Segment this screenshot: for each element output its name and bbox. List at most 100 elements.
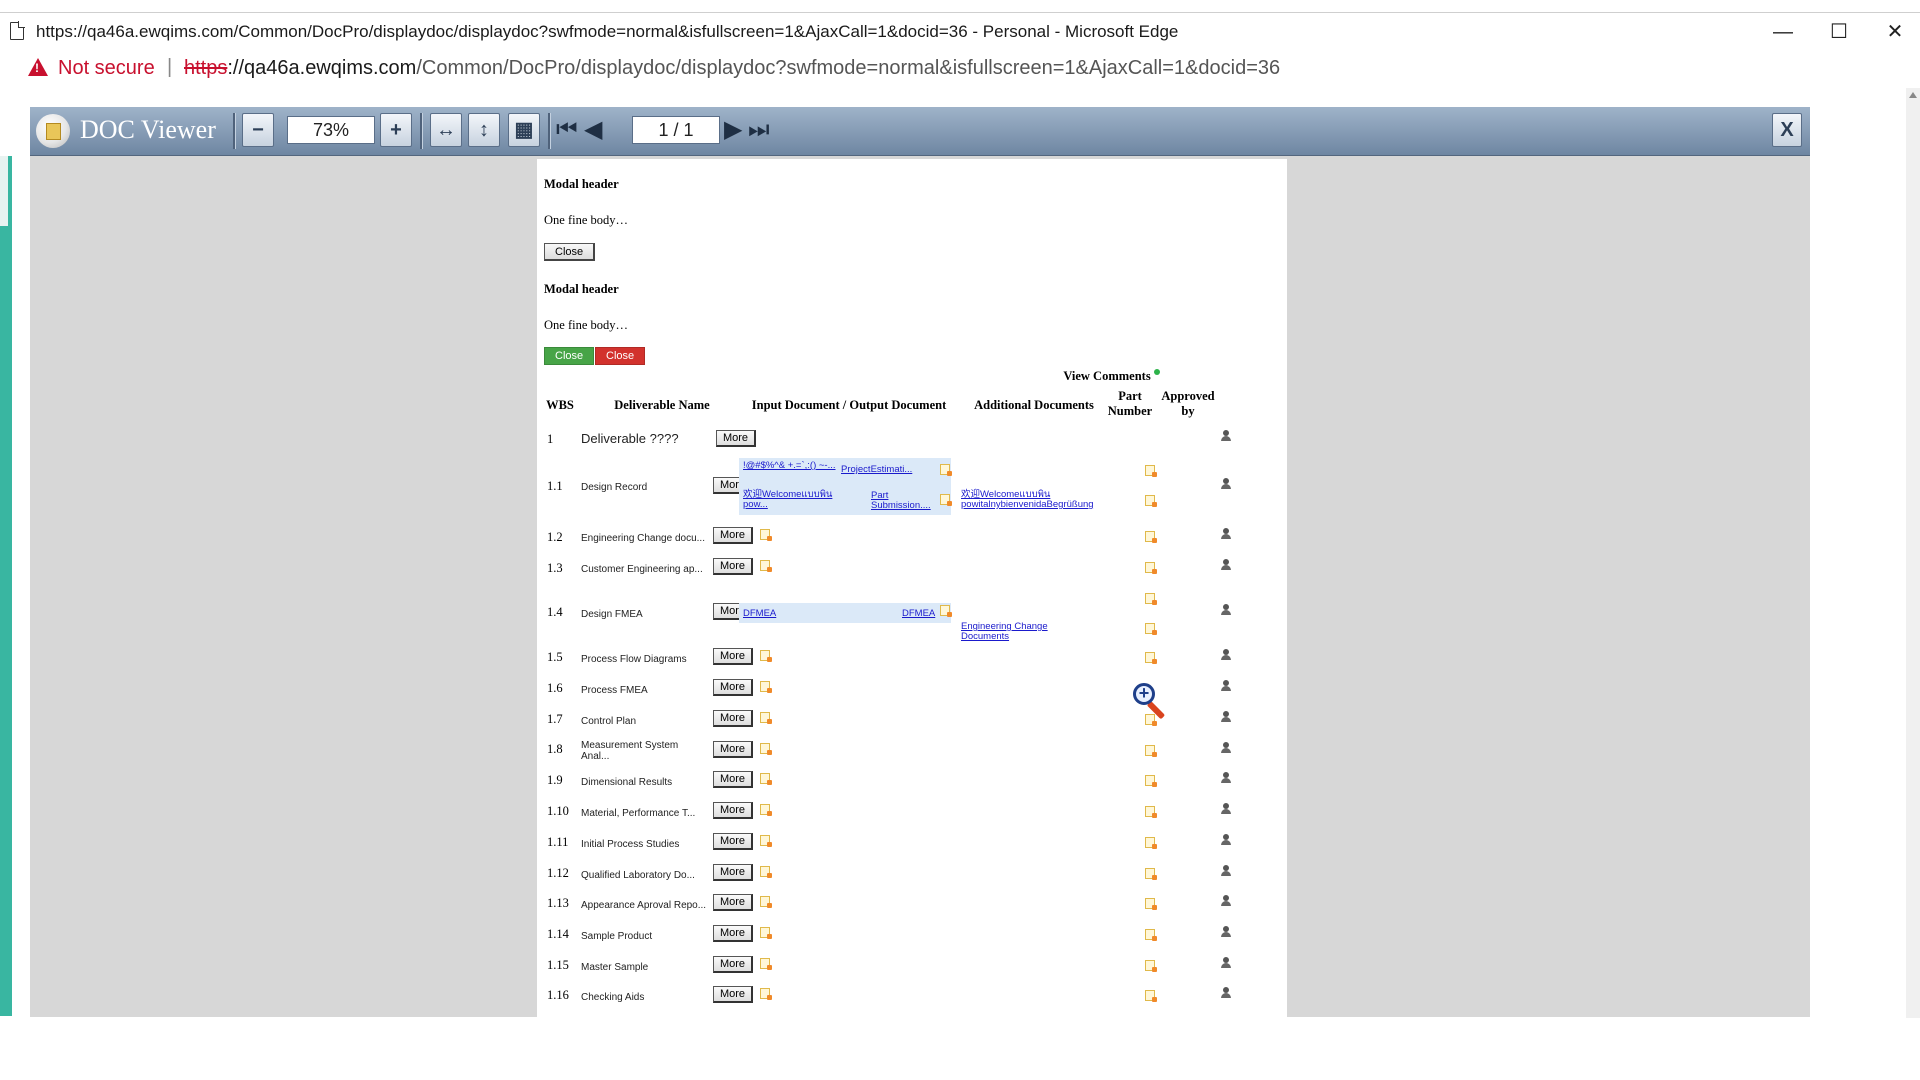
edit-document-icon[interactable]	[940, 494, 952, 506]
edit-document-icon[interactable]	[760, 712, 772, 724]
page-number-input[interactable]: 1 / 1	[632, 116, 720, 144]
output-document-link[interactable]: Part Submission....	[871, 491, 935, 511]
modal-close-green-button[interactable]: Close	[544, 347, 595, 365]
doc-viewer: DOC Viewer − 73% + ↔ ↕ ▦ ⏮ ◀ 1 / 1 ▶ ⏭ X…	[30, 107, 1810, 1017]
more-button[interactable]: More	[713, 710, 753, 727]
approver-icon[interactable]	[1220, 742, 1232, 754]
warning-icon[interactable]	[28, 58, 48, 76]
approver-icon[interactable]	[1220, 528, 1232, 540]
edit-document-icon[interactable]	[1145, 593, 1157, 605]
approver-icon[interactable]	[1220, 604, 1232, 616]
edit-document-icon[interactable]	[760, 681, 772, 693]
edit-document-icon[interactable]	[760, 896, 772, 908]
more-button[interactable]: More	[713, 527, 753, 544]
edit-document-icon[interactable]	[1145, 745, 1157, 757]
edit-document-icon[interactable]	[760, 958, 772, 970]
thumbnail-grid-icon[interactable]: ▦	[508, 113, 540, 147]
edit-document-icon[interactable]	[1145, 837, 1157, 849]
more-button[interactable]: More	[713, 741, 753, 758]
edit-document-icon[interactable]	[760, 988, 772, 1000]
page-scrollbar[interactable]	[1906, 88, 1920, 1018]
zoom-in-icon[interactable]: +	[380, 113, 412, 147]
minimize-button[interactable]: —	[1760, 13, 1806, 51]
first-page-icon[interactable]: ⏮	[556, 116, 578, 144]
approver-icon[interactable]	[1220, 478, 1232, 490]
edit-document-icon[interactable]	[1145, 652, 1157, 664]
edit-document-icon[interactable]	[760, 835, 772, 847]
fit-height-icon[interactable]: ↕	[468, 113, 500, 147]
close-window-button[interactable]: ✕	[1872, 13, 1918, 51]
edit-document-icon[interactable]	[1145, 868, 1157, 880]
modal-close-button[interactable]: Close	[544, 243, 596, 261]
input-document-link[interactable]: 欢迎Welcomeแบบพิน pow...	[743, 490, 837, 510]
more-button[interactable]: More	[713, 802, 753, 819]
edit-document-icon[interactable]	[760, 866, 772, 878]
more-button[interactable]: More	[713, 864, 753, 881]
input-document-link[interactable]: DFMEA	[743, 609, 776, 619]
more-button[interactable]: More	[713, 894, 753, 911]
url-text[interactable]: https://qa46a.ewqims.com/Common/DocPro/d…	[184, 57, 1280, 80]
maximize-button[interactable]: ☐	[1816, 13, 1862, 51]
zoom-level-input[interactable]: 73%	[287, 116, 375, 144]
approver-icon[interactable]	[1220, 865, 1232, 877]
last-page-icon[interactable]: ⏭	[748, 116, 770, 144]
edit-document-icon[interactable]	[760, 650, 772, 662]
approver-icon[interactable]	[1220, 649, 1232, 661]
output-document-link[interactable]: ProjectEstimati...	[841, 465, 935, 475]
edit-document-icon[interactable]	[1145, 898, 1157, 910]
more-button[interactable]: More	[713, 925, 753, 942]
previous-page-icon[interactable]: ◀	[584, 116, 602, 144]
input-document-link[interactable]: !@#$%^& +.=`,:() ~-...	[743, 461, 837, 471]
more-button[interactable]: More	[713, 558, 753, 575]
approver-icon[interactable]	[1220, 834, 1232, 846]
close-viewer-button[interactable]: X	[1772, 113, 1802, 147]
more-button[interactable]: More	[713, 679, 753, 696]
edit-document-icon[interactable]	[1145, 531, 1157, 543]
next-page-icon[interactable]: ▶	[724, 116, 742, 144]
edit-document-icon[interactable]	[1145, 775, 1157, 787]
edit-document-icon[interactable]	[760, 927, 772, 939]
more-button[interactable]: More	[713, 771, 753, 788]
edit-document-icon[interactable]	[1145, 990, 1157, 1002]
edit-document-icon[interactable]	[1145, 623, 1157, 635]
approver-icon[interactable]	[1220, 926, 1232, 938]
edit-document-icon[interactable]	[760, 560, 772, 572]
scroll-up-arrow-icon[interactable]	[1909, 92, 1917, 98]
modal-close-red-button[interactable]: Close	[595, 347, 646, 365]
approver-icon[interactable]	[1220, 680, 1232, 692]
not-secure-label[interactable]: Not secure	[58, 57, 155, 80]
edit-document-icon[interactable]	[1145, 960, 1157, 972]
approver-icon[interactable]	[1220, 895, 1232, 907]
additional-document-link[interactable]: 欢迎Welcomeแบบพิน powitalnybienvenidaBegrü…	[961, 490, 1101, 510]
edit-document-icon[interactable]	[1145, 929, 1157, 941]
more-button[interactable]: More	[713, 986, 753, 1003]
edit-document-icon[interactable]	[940, 605, 952, 617]
additional-document-link[interactable]: Engineering Change Documents	[961, 622, 1071, 642]
more-button[interactable]: More	[713, 648, 753, 665]
edit-document-icon[interactable]	[940, 464, 952, 476]
approver-icon[interactable]	[1220, 772, 1232, 784]
wbs-cell: 1.11	[547, 835, 569, 849]
output-document-link[interactable]: DFMEA	[902, 609, 935, 619]
zoom-out-icon[interactable]: −	[242, 113, 274, 147]
more-button[interactable]: More	[716, 430, 756, 447]
edit-document-icon[interactable]	[1145, 495, 1157, 507]
fit-width-icon[interactable]: ↔	[430, 113, 462, 147]
edit-document-icon[interactable]	[1145, 465, 1157, 477]
address-bar[interactable]: Not secure | https://qa46a.ewqims.com/Co…	[12, 51, 1920, 87]
approver-icon[interactable]	[1220, 957, 1232, 969]
edit-document-icon[interactable]	[1145, 562, 1157, 574]
more-button[interactable]: More	[713, 956, 753, 973]
approver-icon[interactable]	[1220, 711, 1232, 723]
edit-document-icon[interactable]	[1145, 806, 1157, 818]
edit-document-icon[interactable]	[760, 773, 772, 785]
approver-icon[interactable]	[1220, 803, 1232, 815]
edit-document-icon[interactable]	[760, 804, 772, 816]
edit-document-icon[interactable]	[760, 743, 772, 755]
edit-document-icon[interactable]	[760, 529, 772, 541]
more-button[interactable]: More	[713, 833, 753, 850]
approver-icon[interactable]	[1220, 987, 1232, 999]
view-comments-label[interactable]: View Comments	[1057, 369, 1157, 384]
approver-icon[interactable]	[1220, 430, 1232, 442]
approver-icon[interactable]	[1220, 559, 1232, 571]
